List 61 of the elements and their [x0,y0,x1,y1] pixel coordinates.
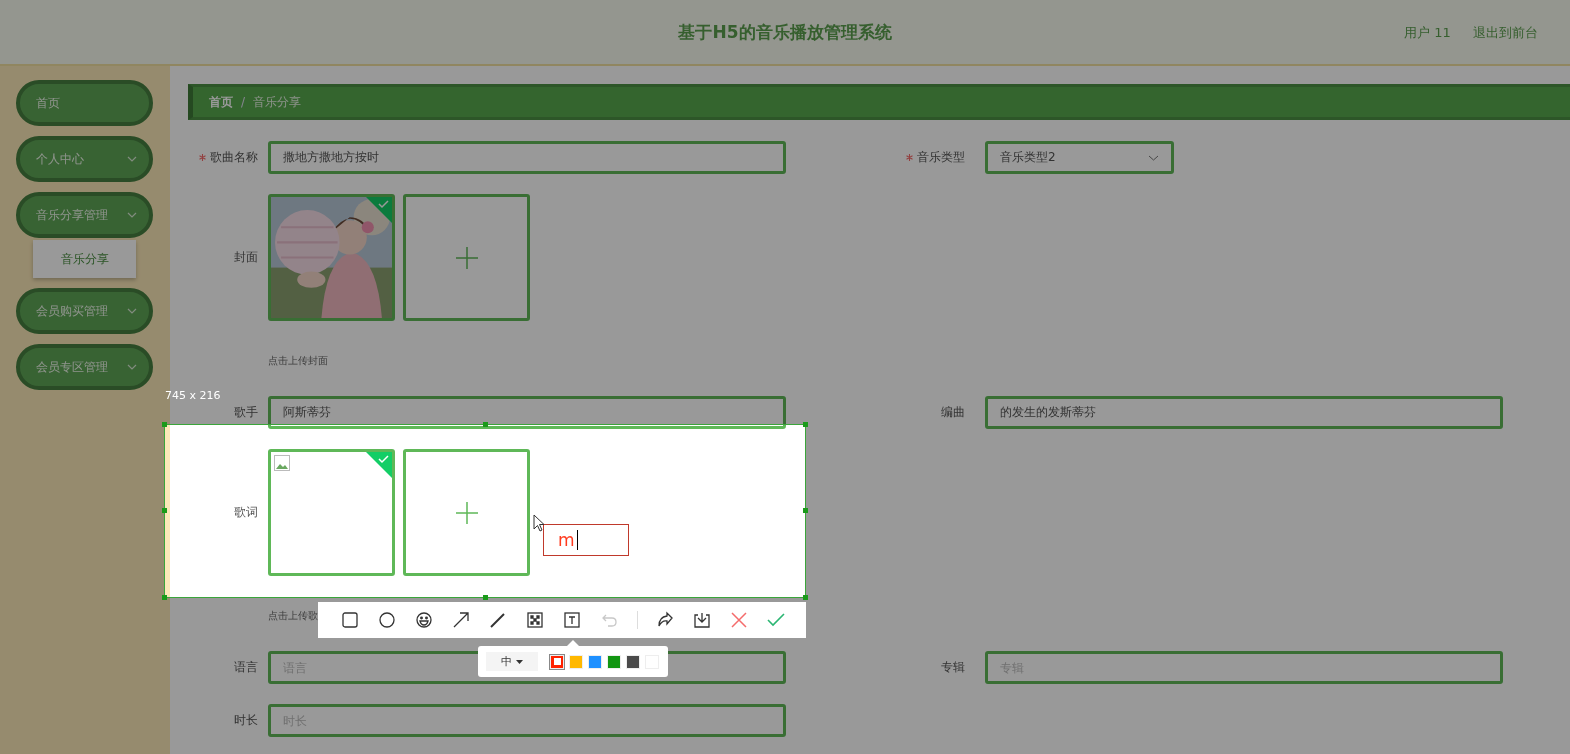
chevron-down-icon [127,364,137,370]
success-check-icon [366,197,392,223]
plus-icon [455,501,478,524]
text-annotation-box[interactable]: m [543,524,629,556]
field-label: 歌曲名称 [188,149,258,166]
select-field[interactable]: 音乐类型2 [985,141,1174,174]
capture-selection-overlay[interactable] [164,424,806,598]
color-swatch[interactable] [607,654,621,669]
color-swatch[interactable] [569,654,583,669]
input-field[interactable]: 阿斯蒂芬 [268,396,786,429]
mouse-pointer-icon [533,514,545,532]
field-label: 歌手 [233,404,258,421]
header-link[interactable]: 退出到前台 [1472,24,1538,42]
required-asterisk-icon [906,154,913,161]
upload-hint: 点击上传封面 [268,354,328,368]
broken-image-icon [274,455,290,471]
cancel-tool-button[interactable] [728,610,749,630]
field-label: 音乐类型 [895,149,965,166]
breadcrumb-separator: / [241,95,246,109]
breadcrumb-current: 音乐分享 [253,93,302,111]
upload-button[interactable] [403,449,530,576]
field-label: 歌词 [233,504,258,521]
chevron-down-icon [127,156,137,162]
user-label: 用户 11 [1404,24,1451,42]
caret-icon [516,659,523,664]
input-field[interactable]: 的发生的发斯蒂芬 [985,396,1503,429]
sidebar-item[interactable]: 会员专区管理 [16,344,153,390]
submenu-item[interactable]: 音乐分享 [33,240,136,278]
required-asterisk-icon [199,154,206,161]
field-label: 时长 [233,712,258,729]
font-size-dropdown[interactable]: 中 [486,652,538,671]
uploaded-image[interactable] [268,449,395,576]
color-swatch[interactable] [550,654,564,669]
emoji-tool-button[interactable] [414,610,435,630]
app-title: 基于H5的音乐播放管理系统 [678,20,892,44]
breadcrumb-link[interactable]: 首页 [209,93,233,111]
plus-icon [455,246,478,269]
success-check-icon [366,452,392,478]
sidebar-item[interactable]: 首页 [16,80,153,126]
input-field[interactable]: 撒地方撒地方按时 [268,141,786,174]
mosaic-tool-button[interactable] [525,610,546,630]
upload-hint: 点击上传歌 [268,609,318,623]
chevron-down-icon [1148,154,1159,161]
field-label: 专辑 [940,659,965,676]
ellipse-tool-button[interactable] [377,610,398,630]
sidebar-item[interactable]: 个人中心 [16,136,153,182]
field-label: 语言 [233,659,258,676]
arrow-tool-button[interactable] [451,610,472,630]
chevron-down-icon [127,308,137,314]
color-swatch[interactable] [626,654,640,669]
chevron-down-icon [127,212,137,218]
selection-size: 745 x 216 [165,390,221,402]
text-tool-button[interactable] [562,610,583,630]
save-tool-button[interactable] [691,610,712,630]
color-swatch[interactable] [588,654,602,669]
upload-button[interactable] [403,194,530,321]
sidebar-item[interactable]: 会员购买管理 [16,288,153,334]
rectangle-tool-button[interactable] [340,610,360,630]
field-label: 封面 [233,249,258,266]
field-label: 编曲 [940,404,965,421]
sidebar-item[interactable]: 音乐分享管理 [16,192,153,238]
